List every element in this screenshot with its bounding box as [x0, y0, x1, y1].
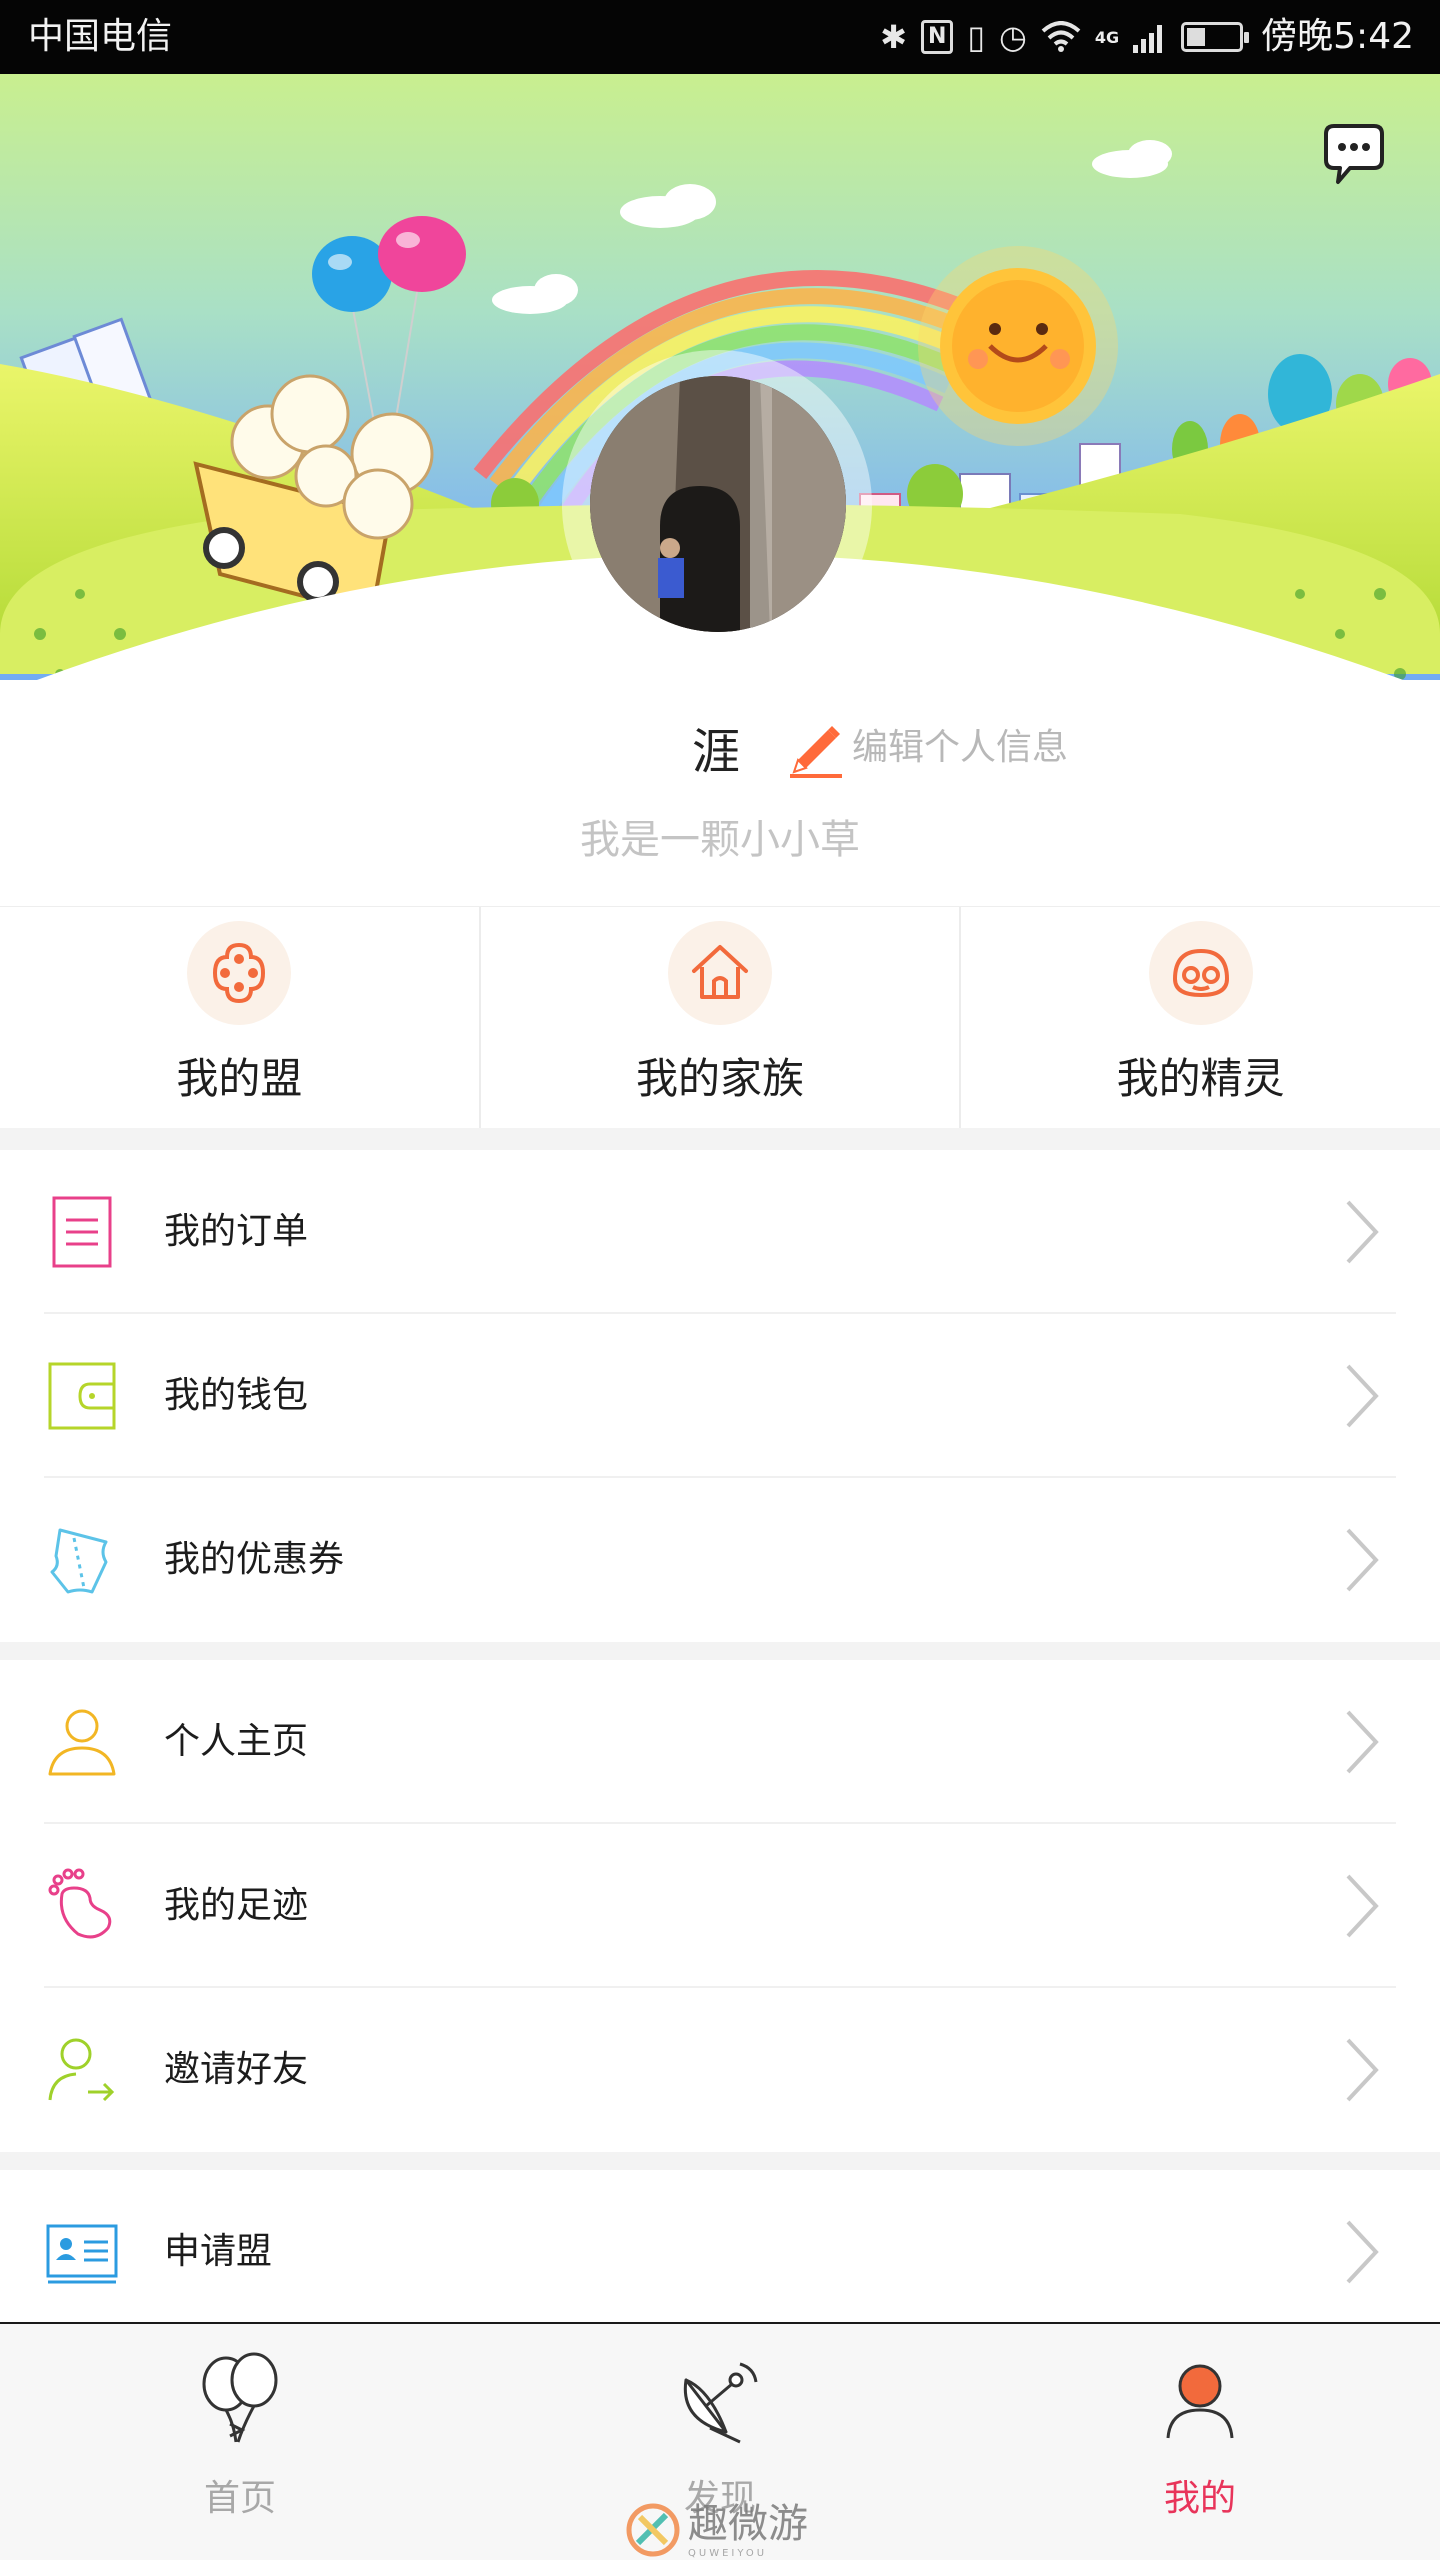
signal-icon — [1133, 25, 1163, 53]
quick-links: 我的盟 我的家族 我的精灵 — [0, 906, 1440, 1128]
chevron-right-icon — [1346, 2038, 1379, 2102]
chevron-right-icon — [1346, 1364, 1379, 1428]
nfc-icon: N — [920, 20, 954, 54]
menu-item-my-coupons[interactable]: 我的优惠券 — [0, 1478, 1440, 1642]
chat-bubble-icon[interactable] — [1316, 120, 1390, 194]
sprite-icon-bg — [1148, 921, 1253, 1025]
coupon-icon — [50, 1528, 108, 1594]
wifi-icon — [1041, 21, 1081, 52]
tab-label: 首页 — [203, 2478, 276, 2519]
watermark-text: 趣微游 — [688, 2501, 808, 2547]
watermark: 趣微游 QUWEIYOU — [626, 2500, 808, 2560]
quick-link-label: 我的盟 — [176, 1054, 303, 1103]
menu-item-label: 申请盟 — [164, 2231, 273, 2272]
chevron-right-icon — [1346, 2220, 1379, 2284]
menu-item-label: 邀请好友 — [164, 2049, 309, 2090]
invite-friend-icon — [48, 2038, 115, 2102]
sprite-face-icon — [1172, 948, 1229, 998]
status-bar: 中国电信 ✱ N ▯ ◷ 4G 傍晚5:42 — [0, 0, 1440, 74]
menu-item-my-orders[interactable]: 我的订单 — [0, 1150, 1440, 1314]
menu-group-orders: 我的订单 我的钱包 我的优惠券 — [0, 1150, 1440, 1642]
profile-motto: 我是一颗小小草 — [580, 817, 860, 863]
menu-item-label: 我的订单 — [164, 1211, 309, 1252]
tab-label: 我的 — [1163, 2478, 1236, 2519]
quick-link-my-alliance[interactable]: 我的盟 — [0, 907, 479, 1128]
avatar-photo — [590, 376, 846, 632]
battery-icon — [1181, 22, 1250, 52]
avatar[interactable] — [590, 376, 846, 632]
person-icon — [48, 1709, 116, 1776]
profile-icon — [1166, 2364, 1234, 2439]
watermark-subtext: QUWEIYOU — [688, 2548, 768, 2559]
menu-item-label: 我的优惠券 — [164, 1539, 345, 1580]
profile-banner — [0, 74, 1440, 754]
menu-item-label: 我的足迹 — [164, 1885, 309, 1926]
flower-icon — [213, 942, 266, 1004]
house-icon — [692, 945, 748, 999]
quick-link-my-family[interactable]: 我的家族 — [478, 907, 960, 1128]
menu-item-invite-friends[interactable]: 邀请好友 — [0, 1988, 1440, 2152]
network-type: 4G — [1094, 27, 1120, 47]
chevron-right-icon — [1346, 1874, 1379, 1938]
quick-link-label: 我的精灵 — [1116, 1054, 1285, 1103]
menu-item-my-wallet[interactable]: 我的钱包 — [0, 1314, 1440, 1478]
edit-profile-label: 编辑个人信息 — [852, 727, 1069, 768]
flower-icon-bg — [187, 921, 292, 1025]
carrier-label: 中国电信 — [28, 16, 173, 57]
chevron-right-icon — [1346, 1710, 1379, 1774]
watermark-logo-icon — [626, 2503, 680, 2557]
vibrate-icon: ▯ — [967, 18, 985, 56]
profile-info: 涯 编辑个人信息 我是一颗小小草 — [0, 680, 1440, 906]
status-icons: ✱ N ▯ ◷ 4G 傍晚5:42 — [880, 14, 1414, 60]
pencil-icon — [790, 726, 842, 778]
id-card-icon — [46, 2224, 118, 2284]
satellite-dish-icon — [683, 2362, 758, 2444]
balloons-icon — [202, 2352, 278, 2443]
edit-profile-button[interactable]: 编辑个人信息 — [782, 716, 1068, 780]
menu-group-personal: 个人主页 我的足迹 邀请好友 — [0, 1660, 1440, 2152]
alarm-icon: ◷ — [998, 18, 1027, 56]
bluetooth-icon: ✱ — [880, 18, 907, 56]
wallet-icon — [48, 1362, 116, 1430]
username: 涯 — [692, 724, 741, 780]
clock: 傍晚5:42 — [1261, 16, 1414, 57]
chevron-right-icon — [1346, 1200, 1379, 1264]
chevron-right-icon — [1346, 1528, 1379, 1592]
order-list-icon — [52, 1196, 112, 1268]
quick-link-label: 我的家族 — [636, 1054, 805, 1103]
footprint-icon — [48, 1868, 112, 1939]
tab-mine[interactable]: 我的 — [960, 2324, 1440, 2560]
menu-item-personal-homepage[interactable]: 个人主页 — [0, 1660, 1440, 1824]
menu-item-label: 我的钱包 — [164, 1375, 309, 1416]
menu-item-my-footprints[interactable]: 我的足迹 — [0, 1824, 1440, 1988]
quick-link-my-sprite[interactable]: 我的精灵 — [959, 907, 1440, 1128]
tab-home[interactable]: 首页 — [0, 2324, 480, 2560]
menu-item-label: 个人主页 — [164, 1721, 309, 1762]
house-icon-bg — [668, 921, 772, 1025]
menu-item-apply-alliance[interactable]: 申请盟 — [0, 2170, 1440, 2322]
menu-group-apply: 申请盟 — [0, 2170, 1440, 2322]
